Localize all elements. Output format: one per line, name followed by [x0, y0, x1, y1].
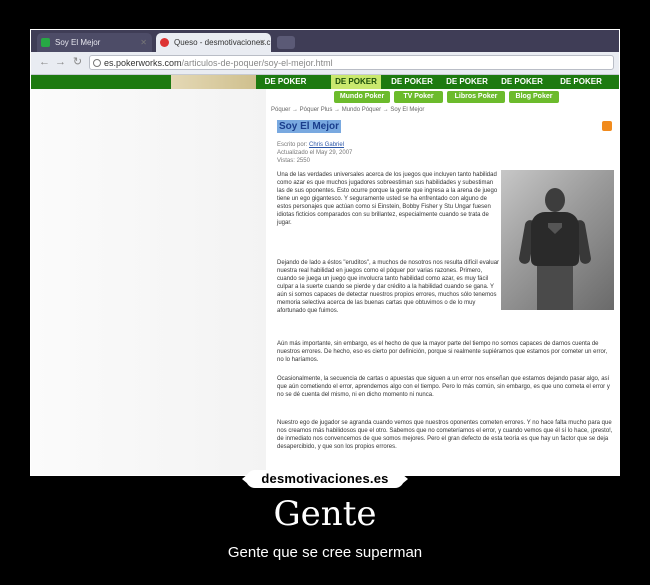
- poster-subtitle: Gente que se cree superman: [227, 544, 423, 561]
- back-arrow-icon[interactable]: ←: [37, 55, 52, 70]
- reload-icon[interactable]: ↻: [70, 55, 85, 70]
- photo-figure-part: [545, 188, 565, 212]
- author-link[interactable]: Chris Gabriel: [309, 142, 344, 148]
- site-logo-strip: [171, 75, 256, 89]
- nav-item[interactable]: DE POKER: [442, 75, 492, 89]
- logo-notch: [242, 474, 248, 484]
- view-count: Vistas: 2550: [277, 158, 310, 164]
- nav-item[interactable]: DE POKER: [258, 75, 313, 89]
- article-title: Soy El Mejor: [277, 120, 342, 133]
- tab-soy-el-mejor[interactable]: Soy El Mejor ✕: [37, 33, 152, 52]
- url-path: /articulos-de-poquer/soy-el-mejor.html: [181, 58, 333, 68]
- close-icon[interactable]: ✕: [259, 33, 266, 52]
- photo-figure-part: [531, 212, 579, 266]
- nav-item[interactable]: DE POKER: [553, 75, 609, 89]
- brand-text: desmotivaciones.es: [261, 471, 389, 486]
- subnav-mundo-poker[interactable]: Mundo Poker: [334, 91, 390, 103]
- article-paragraph: Aún más importante, sin embargo, es el h…: [277, 341, 608, 363]
- desmotivaciones-logo: desmotivaciones.es: [242, 470, 408, 488]
- screenshot-frame: Soy El Mejor ✕ Queso - desmotivaciones.c…: [30, 29, 620, 476]
- new-tab-button[interactable]: [277, 36, 295, 49]
- favicon-icon: [160, 38, 169, 47]
- favicon-icon: [41, 38, 50, 47]
- article-paragraph: Ocasionalmente, la secuencia de cartas o…: [277, 376, 610, 398]
- photo-figure-part: [537, 266, 573, 310]
- nav-item[interactable]: DE POKER: [387, 75, 437, 89]
- forward-arrow-icon[interactable]: →: [53, 55, 68, 70]
- tab-label: Soy El Mejor: [55, 38, 101, 47]
- nav-item[interactable]: DE POKER: [497, 75, 547, 89]
- tab-label: Queso - desmotivaciones.c: [174, 38, 271, 47]
- browser-tab-bar: Soy El Mejor ✕ Queso - desmotivaciones.c…: [31, 30, 619, 52]
- subnav-blog-poker[interactable]: Blog Poker: [509, 91, 559, 103]
- poster-title: Gente: [273, 494, 377, 534]
- address-bar[interactable]: es.pokerworks.com/articulos-de-poquer/so…: [89, 55, 614, 70]
- url-domain: es.pokerworks.com: [104, 58, 182, 68]
- breadcrumb[interactable]: Póquer → Póquer Plus → Mundo Póquer → So…: [271, 107, 424, 113]
- article-paragraph: Nuestro ego de jugador se agranda cuando…: [277, 420, 613, 450]
- updated-date: Actualizado el May 29, 2007: [277, 150, 353, 156]
- superman-photo: [501, 170, 614, 310]
- browser-toolbar: ← → ↻ es.pokerworks.com/articulos-de-poq…: [31, 52, 619, 75]
- logo-notch: [402, 474, 408, 484]
- subnav-tv-poker[interactable]: TV Poker: [394, 91, 443, 103]
- close-icon[interactable]: ✕: [140, 33, 147, 52]
- nav-item-active[interactable]: DE POKER: [331, 75, 381, 89]
- article-paragraph: Dejando de lado a éstos "eruditos", a mu…: [277, 260, 500, 314]
- web-page: DE POKER DE POKER DE POKER DE POKER DE P…: [31, 75, 619, 475]
- globe-icon: [93, 59, 101, 67]
- site-nav-bar: DE POKER DE POKER DE POKER DE POKER DE P…: [31, 75, 619, 89]
- left-blank-area: [31, 75, 266, 475]
- author-prefix: Escrito por:: [277, 142, 308, 148]
- subnav-libros-poker[interactable]: Libros Poker: [447, 91, 505, 103]
- article-paragraph: Una de las verdades universales acerca d…: [277, 172, 498, 226]
- article-meta: Escrito por: Chris Gabriel Actualizado e…: [277, 141, 352, 165]
- rss-icon[interactable]: [602, 121, 612, 131]
- tab-desmotivaciones[interactable]: Queso - desmotivaciones.c ✕: [156, 33, 271, 52]
